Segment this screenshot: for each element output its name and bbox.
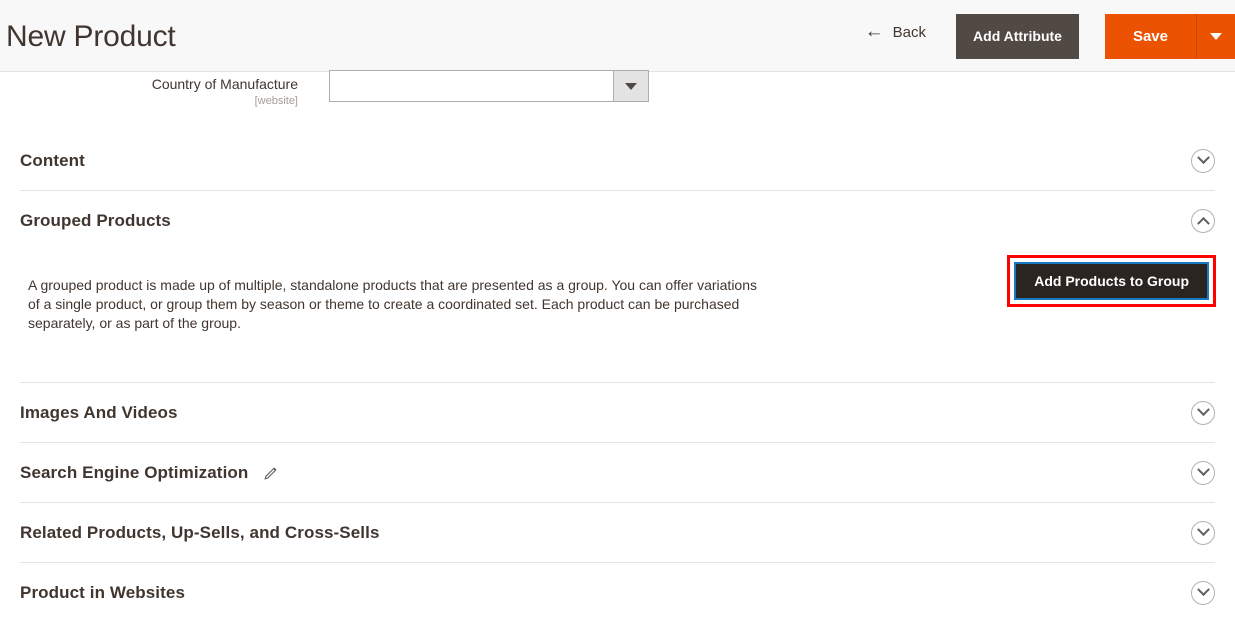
save-button[interactable]: Save (1104, 14, 1196, 59)
back-button[interactable]: ← Back (864, 21, 927, 42)
section-content: Content (0, 131, 1235, 191)
section-product-in-websites: Product in Websites (0, 563, 1235, 622)
chevron-down-icon[interactable] (1191, 520, 1215, 545)
product-sections: Content Grouped Products A grouped produ… (0, 131, 1235, 622)
section-images-and-videos: Images And Videos (0, 383, 1235, 443)
select-dropdown-toggle[interactable] (613, 70, 649, 102)
section-header-search-engine-optimization[interactable]: Search Engine Optimization (20, 443, 1215, 502)
page-title: New Product (6, 20, 176, 53)
back-button-label: Back (892, 24, 927, 41)
chevron-down-icon[interactable] (1191, 580, 1215, 605)
save-options-toggle[interactable] (1196, 14, 1235, 59)
add-products-to-group-button[interactable]: Add Products to Group (1014, 262, 1209, 300)
section-title: Product in Websites (20, 582, 186, 602)
grouped-products-description: A grouped product is made up of multiple… (28, 277, 757, 331)
section-title: Related Products, Up-Sells, and Cross-Se… (20, 522, 380, 542)
scope-label: [website] (254, 95, 298, 107)
save-split-button: Save (1104, 14, 1235, 59)
section-title: Images And Videos (20, 402, 178, 422)
grouped-products-body: A grouped product is made up of multiple… (20, 250, 1216, 382)
section-header-product-in-websites[interactable]: Product in Websites (20, 563, 1215, 622)
country-of-manufacture-select-value[interactable] (329, 70, 613, 102)
header-actions: ← Back Add Attribute Save (865, 0, 1235, 72)
chevron-down-icon[interactable] (1191, 148, 1215, 173)
chevron-down-icon[interactable] (1191, 460, 1215, 485)
add-attribute-button[interactable]: Add Attribute (956, 14, 1079, 59)
section-related-products: Related Products, Up-Sells, and Cross-Se… (0, 503, 1235, 563)
section-header-images-and-videos[interactable]: Images And Videos (20, 383, 1215, 442)
section-title: Grouped Products (20, 210, 171, 230)
pencil-icon[interactable] (264, 466, 278, 480)
chevron-down-icon[interactable] (1191, 400, 1215, 425)
page-header: New Product ← Back Add Attribute Save (0, 0, 1235, 72)
section-header-grouped-products[interactable]: Grouped Products (20, 191, 1215, 250)
section-header-content[interactable]: Content (20, 131, 1215, 190)
caret-down-icon (1210, 33, 1222, 40)
add-products-to-group-highlight: Add Products to Group (1007, 255, 1216, 307)
section-grouped-products: Grouped Products A grouped product is ma… (0, 191, 1235, 383)
section-title: Content (20, 150, 85, 170)
arrow-left-icon: ← (864, 21, 884, 42)
section-header-related-products[interactable]: Related Products, Up-Sells, and Cross-Se… (20, 503, 1215, 562)
country-of-manufacture-select[interactable] (329, 70, 649, 102)
section-search-engine-optimization: Search Engine Optimization (0, 443, 1235, 503)
chevron-up-icon[interactable] (1191, 208, 1215, 233)
country-of-manufacture-label: Country of Manufacture (151, 76, 298, 92)
caret-down-icon (625, 82, 637, 90)
section-title: Search Engine Optimization (20, 462, 249, 482)
country-of-manufacture-label-wrap: Country of Manufacture [website] (0, 74, 298, 108)
